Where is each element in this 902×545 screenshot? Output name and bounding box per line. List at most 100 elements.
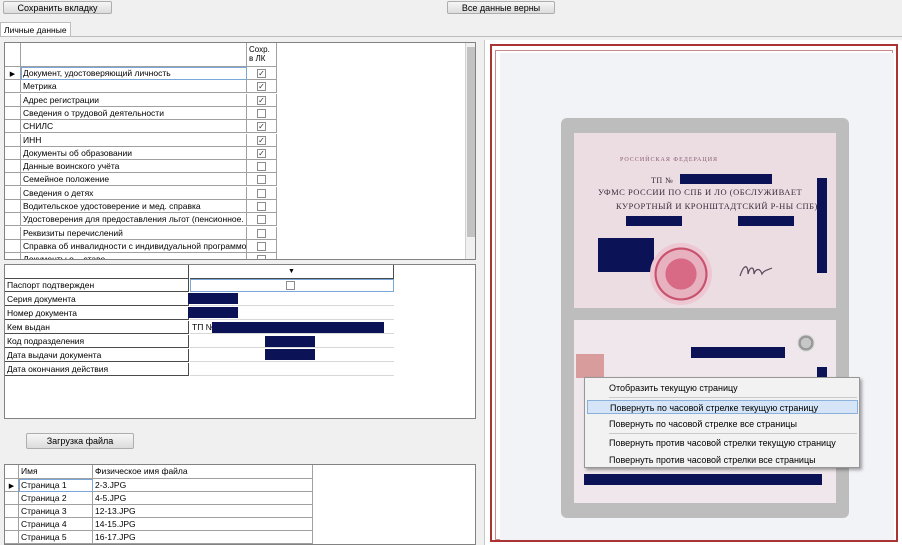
- file-row[interactable]: Страница 2 4-5.JPG: [5, 492, 313, 505]
- document-name-cell[interactable]: Сведения о трудовой деятельности: [21, 106, 247, 120]
- file-name-cell[interactable]: Страница 1: [19, 479, 93, 492]
- document-name-cell[interactable]: Водительское удостоверение и мед. справк…: [21, 200, 247, 213]
- checked-checkbox[interactable]: ✓: [257, 148, 266, 158]
- document-properties-grid[interactable]: ▼ Паспорт подтвержден Серия документа Номе…: [4, 264, 476, 419]
- file-name-cell[interactable]: Страница 5: [19, 531, 93, 544]
- row-header[interactable]: [5, 492, 19, 505]
- unchecked-checkbox[interactable]: [257, 188, 266, 198]
- unchecked-checkbox[interactable]: [257, 202, 266, 211]
- unchecked-checkbox[interactable]: [257, 241, 266, 251]
- row-header[interactable]: [5, 93, 21, 107]
- unchecked-checkbox[interactable]: [257, 175, 266, 185]
- document-name-cell[interactable]: Данные воинского учёта: [21, 160, 247, 174]
- unchecked-checkbox[interactable]: [257, 255, 266, 259]
- document-row[interactable]: Сведения о детях: [5, 186, 277, 200]
- image-context-menu[interactable]: Отобразить текущую страницу Повернуть по…: [584, 377, 860, 468]
- document-name-cell[interactable]: Семейное положение: [21, 173, 247, 187]
- properties-value-header[interactable]: ▼: [190, 265, 394, 279]
- saved-column-header[interactable]: Сохр. в ЛК: [247, 43, 277, 67]
- all-data-correct-button[interactable]: Все данные верны: [447, 1, 555, 14]
- row-header[interactable]: [5, 226, 21, 240]
- document-row[interactable]: Водительское удостоверение и мед. справк…: [5, 200, 277, 213]
- document-name-cell[interactable]: Документ, удостоверяющий личность: [21, 67, 247, 80]
- checked-checkbox[interactable]: ✓: [257, 69, 266, 78]
- row-header[interactable]: [5, 505, 19, 518]
- document-row[interactable]: Удостоверения для предоставления льгот (…: [5, 213, 277, 227]
- row-header[interactable]: [5, 120, 21, 134]
- document-row[interactable]: ▶ Документ, удостоверяющий личность ✓: [5, 67, 277, 80]
- row-header[interactable]: [5, 186, 21, 200]
- row-header[interactable]: [5, 253, 21, 259]
- documents-scrollbar-thumb[interactable]: [467, 47, 475, 237]
- document-row[interactable]: Документы об образовании ✓: [5, 146, 277, 160]
- file-name-cell[interactable]: Страница 3: [19, 505, 93, 518]
- file-row[interactable]: Страница 5 16-17.JPG: [5, 531, 313, 544]
- row-header[interactable]: [5, 160, 21, 174]
- document-name-cell[interactable]: Удостоверения для предоставления льгот (…: [21, 213, 247, 227]
- save-tab-button[interactable]: Сохранить вкладку: [3, 1, 112, 14]
- unchecked-checkbox[interactable]: [257, 108, 266, 118]
- document-name-cell[interactable]: Сведения о детях: [21, 186, 247, 200]
- checked-checkbox[interactable]: ✓: [257, 82, 266, 92]
- row-header[interactable]: [5, 239, 21, 253]
- document-row[interactable]: Документы о ...ставе...: [5, 253, 277, 259]
- document-row[interactable]: Метрика ✓: [5, 80, 277, 94]
- tab-personal-data[interactable]: Личные данные: [0, 22, 71, 37]
- file-name-cell[interactable]: Страница 2: [19, 492, 93, 505]
- file-row[interactable]: ▶ Страница 1 2-3.JPG: [5, 479, 313, 492]
- physical-file-cell[interactable]: 14-15.JPG: [93, 518, 313, 531]
- row-header[interactable]: [5, 80, 21, 94]
- document-row[interactable]: ИНН ✓: [5, 133, 277, 147]
- physical-file-cell[interactable]: 12-13.JPG: [93, 505, 313, 518]
- document-row[interactable]: Реквизиты перечислений: [5, 226, 277, 240]
- document-name-cell[interactable]: Метрика: [21, 80, 247, 94]
- checked-checkbox[interactable]: ✓: [257, 95, 266, 105]
- current-row-indicator-icon[interactable]: ▶: [5, 479, 19, 492]
- row-header[interactable]: [5, 173, 21, 187]
- row-header[interactable]: [5, 213, 21, 227]
- row-header[interactable]: [5, 518, 19, 531]
- row-header[interactable]: [5, 200, 21, 213]
- property-value[interactable]: [190, 363, 394, 376]
- document-row[interactable]: Справка об инвалидности с индивидуальной…: [5, 239, 277, 253]
- document-row[interactable]: Семейное положение: [5, 173, 277, 187]
- row-header[interactable]: [5, 146, 21, 160]
- files-grid[interactable]: Имя Физическое имя файла ▶ Страница 1 2-3.…: [4, 464, 476, 545]
- checked-checkbox[interactable]: ✓: [257, 135, 266, 145]
- checked-checkbox[interactable]: ✓: [257, 122, 266, 132]
- menu-item-show-current-page[interactable]: Отобразить текущую страницу: [587, 381, 858, 395]
- file-name-column-header[interactable]: Имя: [19, 465, 93, 479]
- document-row[interactable]: Адрес регистрации ✓: [5, 93, 277, 107]
- menu-item-rotate-cw-current[interactable]: Повернуть по часовой стрелке текущую стр…: [587, 400, 858, 414]
- document-row[interactable]: Сведения о трудовой деятельности: [5, 106, 277, 120]
- menu-item-rotate-ccw-current[interactable]: Повернуть против часовой стрелки текущую…: [587, 436, 858, 450]
- documents-scrollbar[interactable]: [465, 43, 475, 259]
- document-name-cell[interactable]: Реквизиты перечислений: [21, 226, 247, 240]
- document-row[interactable]: СНИЛС ✓: [5, 120, 277, 134]
- physical-file-column-header[interactable]: Физическое имя файла: [93, 465, 313, 479]
- current-row-indicator-icon[interactable]: ▶: [5, 67, 21, 80]
- row-header[interactable]: [5, 531, 19, 544]
- unchecked-checkbox[interactable]: [257, 215, 266, 225]
- physical-file-cell[interactable]: 4-5.JPG: [93, 492, 313, 505]
- document-name-cell[interactable]: СНИЛС: [21, 120, 247, 134]
- passport-confirmed-checkbox[interactable]: [286, 281, 295, 290]
- document-name-cell[interactable]: Документы об образовании: [21, 146, 247, 160]
- physical-file-cell[interactable]: 16-17.JPG: [93, 531, 313, 544]
- document-row[interactable]: Данные воинского учёта: [5, 160, 277, 174]
- document-name-cell[interactable]: Справка об инвалидности с индивидуальной…: [21, 239, 247, 253]
- file-name-cell[interactable]: Страница 4: [19, 518, 93, 531]
- menu-item-rotate-cw-all[interactable]: Повернуть по часовой стрелке все страниц…: [587, 417, 858, 431]
- document-name-cell[interactable]: ИНН: [21, 133, 247, 147]
- file-row[interactable]: Страница 4 14-15.JPG: [5, 518, 313, 531]
- row-header[interactable]: [5, 133, 21, 147]
- upload-file-button[interactable]: Загрузка файла: [26, 433, 134, 449]
- file-row[interactable]: Страница 3 12-13.JPG: [5, 505, 313, 518]
- documents-grid[interactable]: Сохр. в ЛК ▶ Документ, удостоверяющий лич…: [4, 42, 476, 260]
- unchecked-checkbox[interactable]: [257, 162, 266, 172]
- physical-file-cell[interactable]: 2-3.JPG: [93, 479, 313, 492]
- document-name-cell[interactable]: Адрес регистрации: [21, 93, 247, 107]
- menu-item-rotate-ccw-all[interactable]: Повернуть против часовой стрелки все стр…: [587, 453, 858, 467]
- row-header[interactable]: [5, 106, 21, 120]
- unchecked-checkbox[interactable]: [257, 228, 266, 238]
